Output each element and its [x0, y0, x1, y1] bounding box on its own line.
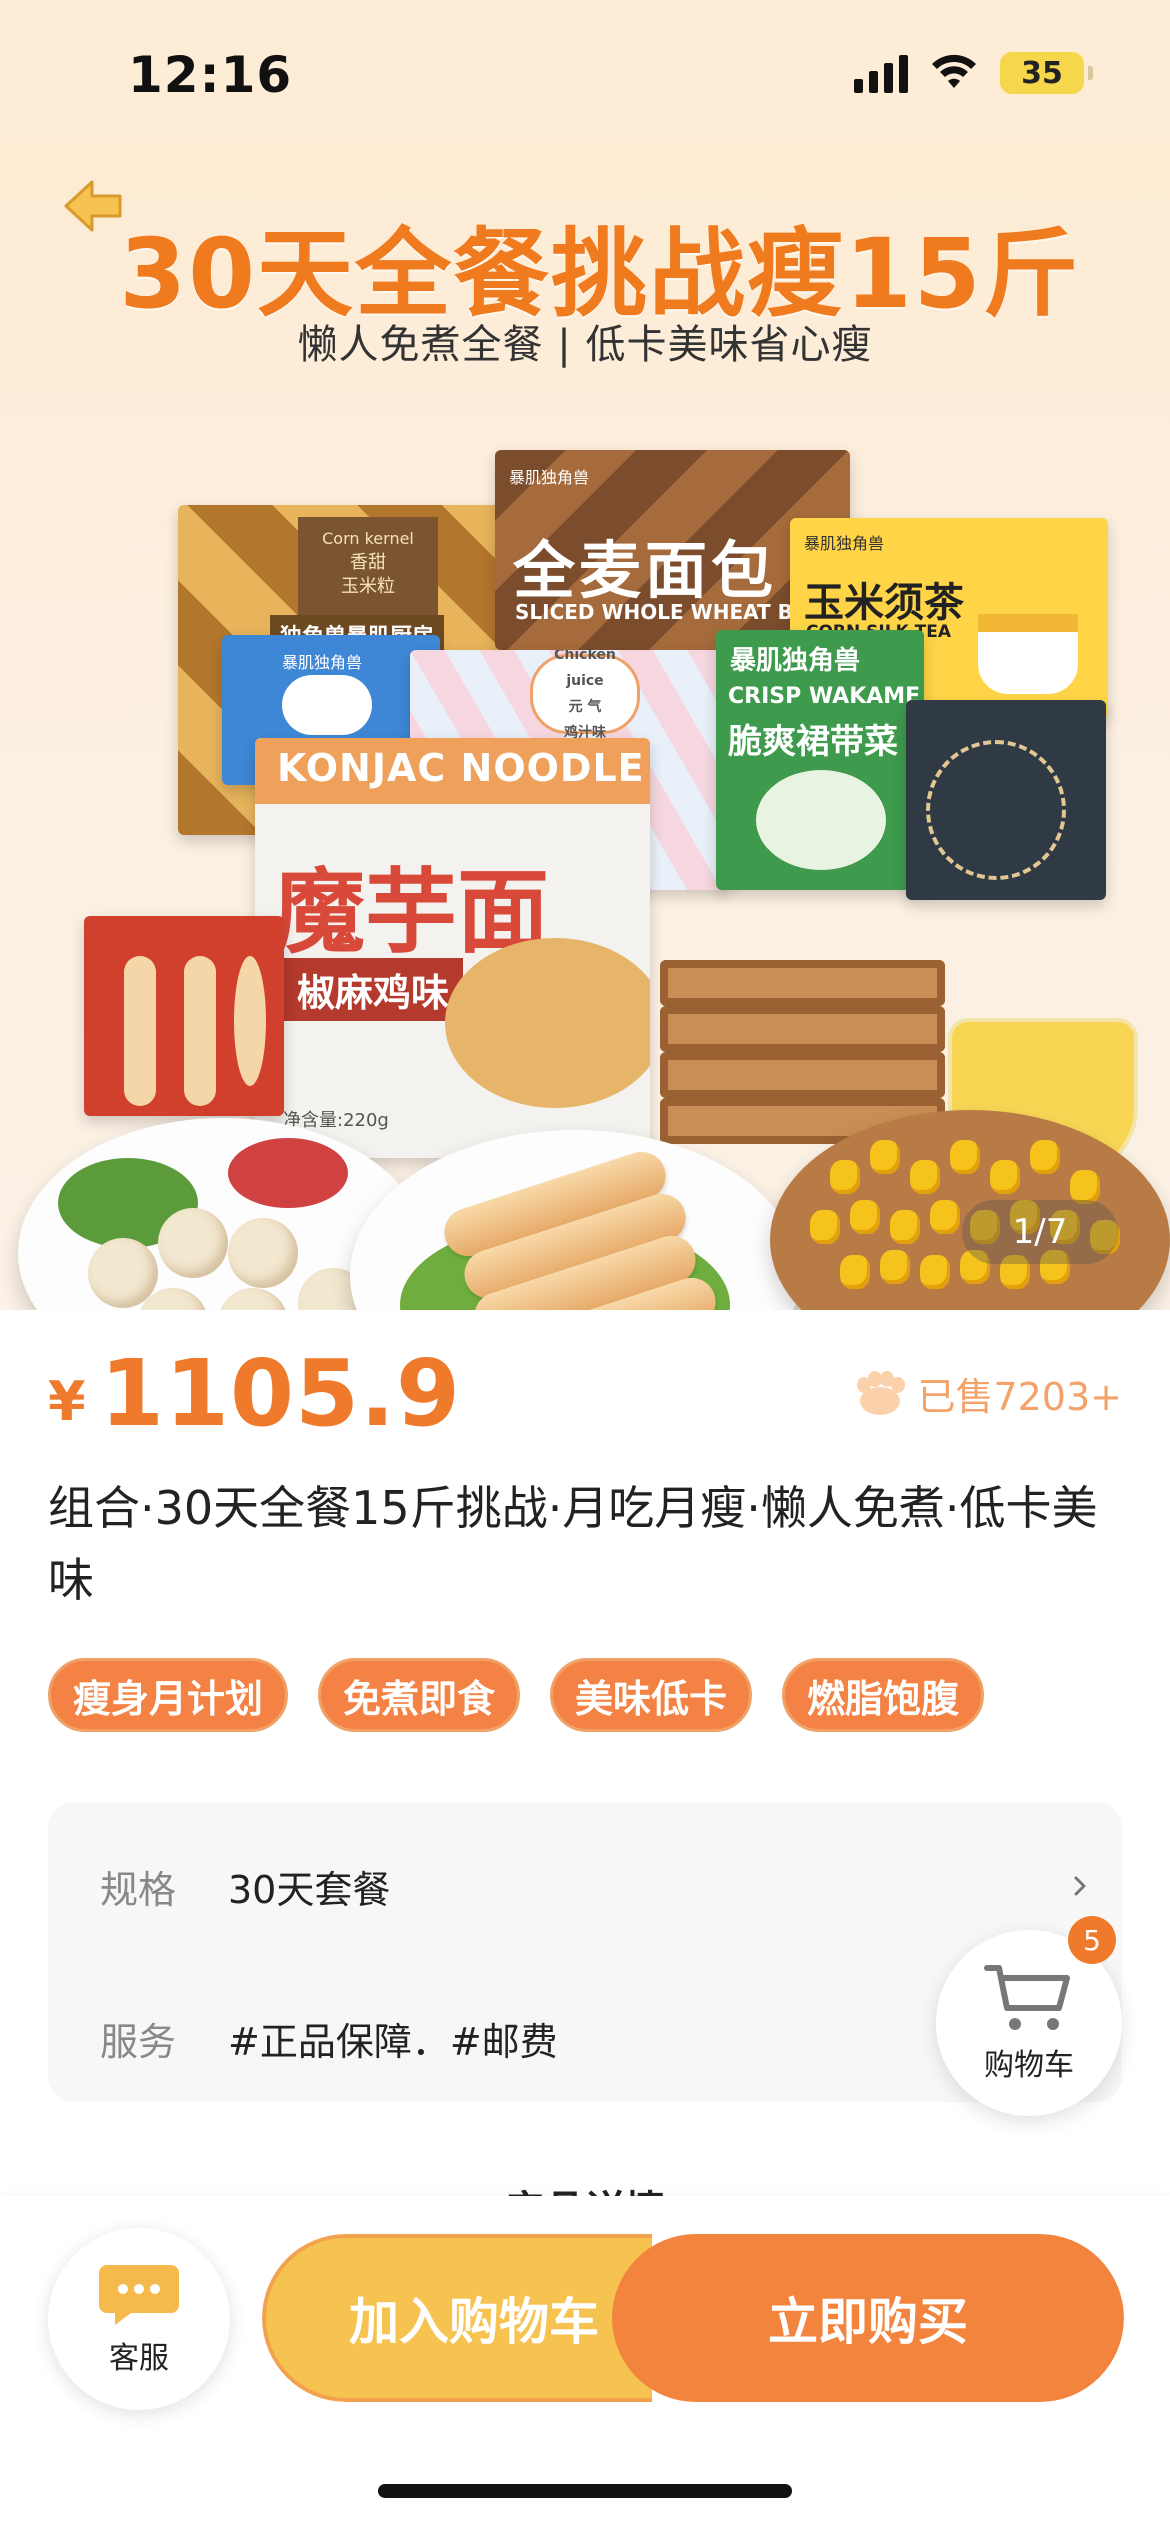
konjac-package-en: KONJAC NOODLE [277, 746, 645, 790]
sausage-package [84, 916, 284, 1116]
tomato-garnish [228, 1138, 348, 1208]
sausage-stick [124, 956, 156, 1106]
corn-package-en: Corn kernel [322, 529, 414, 548]
product-tag: 燃脂饱腹 [782, 1658, 985, 1732]
product-tags: 瘦身月计划 免煮即食 美味低卡 燃脂饱腹 [48, 1658, 985, 1732]
purchase-actions: 加入购物车 立即购买 [262, 2234, 1124, 2402]
sold-count: 已售7203+ [853, 1366, 1122, 1421]
tea-package-name: 玉米须茶 [804, 580, 964, 626]
fishball [158, 1208, 228, 1278]
corn-kernel [850, 1200, 880, 1234]
bottom-action-bar: 客服 加入购物车 立即购买 [0, 2196, 1170, 2532]
fishball [218, 1288, 288, 1310]
product-title: 组合·30天全餐15斤挑战·月吃月瘦·懒人免煮·低卡美味 [48, 1481, 1098, 1607]
crisp-wakame-package: 暴肌独角兽 CRISP WAKAME 脆爽裙带菜 [716, 630, 924, 890]
spec-label: 规格 [100, 1867, 177, 1912]
dark-snack-package [906, 700, 1106, 900]
corn-kernel [930, 1200, 960, 1234]
product-tag: 瘦身月计划 [48, 1658, 289, 1732]
corn-kernel [890, 1210, 920, 1244]
corn-kernel [910, 1160, 940, 1194]
service-label: 服务 [100, 2019, 177, 2064]
bread-package-name: 全麦面包 [513, 534, 778, 607]
add-to-cart-button[interactable]: 加入购物车 [262, 2234, 652, 2402]
corn-package-name: 香甜 玉米粒 [341, 552, 395, 597]
bread-package-brand: 暴肌独角兽 [509, 468, 590, 487]
service-row[interactable]: 服务 #正品保障．#邮费 [100, 2008, 558, 2068]
corn-package-tag: Corn kernel 香甜 玉米粒 [298, 517, 438, 627]
unicorn-logo-icon [282, 675, 372, 735]
bread-slices-image [660, 960, 945, 1144]
home-indicator[interactable] [378, 2484, 792, 2498]
carousel-page-indicator: 1/7 [962, 1200, 1118, 1264]
sold-count-text: 已售7203+ [917, 1375, 1122, 1419]
customer-service-button[interactable]: 客服 [48, 2228, 230, 2410]
status-time: 12:16 [128, 46, 293, 104]
cart-label: 购物车 [984, 2048, 1074, 2083]
spec-value: 30天套餐 [228, 1867, 391, 1912]
konjac-noodle-package: KONJAC NOODLE 魔芋面 椒麻鸡味 净含量:220g [255, 738, 650, 1158]
product-price: 1105.9 [100, 1340, 462, 1447]
corn-kernel [880, 1250, 910, 1284]
wakame-illustration [756, 770, 886, 870]
corn-kernel [920, 1255, 950, 1289]
corn-kernel [950, 1140, 980, 1174]
corn-kernel [1030, 1140, 1060, 1174]
fishball [228, 1218, 298, 1288]
badge-illustration [926, 740, 1066, 880]
status-bar: 12:16 35 [0, 0, 1170, 140]
corn-kernel [810, 1210, 840, 1244]
product-image-carousel[interactable]: 30天全餐挑战瘦15斤 懒人免煮全餐 | 低卡美味省心瘦 Corn kernel… [0, 140, 1170, 1310]
banner-subtitle: 懒人免煮全餐 | 低卡美味省心瘦 [297, 322, 873, 368]
wakame-package-en: CRISP WAKAME [728, 684, 921, 709]
chat-bubble-icon [99, 2265, 179, 2325]
currency-symbol: ¥ [48, 1370, 86, 1433]
cellular-signal-icon [854, 53, 908, 93]
service-value: #正品保障．#邮费 [228, 2019, 558, 2064]
tea-package-brand: 暴肌独角兽 [804, 534, 885, 553]
shopping-cart-icon [984, 1965, 1070, 2030]
status-icons: 35 [854, 52, 1093, 94]
tea-cup-icon [978, 614, 1078, 694]
corn-kernel [840, 1255, 870, 1289]
corn-kernel [870, 1140, 900, 1174]
product-tag: 美味低卡 [550, 1658, 753, 1732]
corn-kernel [830, 1160, 860, 1194]
chicken-package-tag: Chicken juice 元 气 鸡汁味 [530, 650, 640, 741]
konjac-package-flavor: 椒麻鸡味 [283, 958, 464, 1021]
chevron-right-icon[interactable] [1068, 1874, 1092, 1898]
fishball-stick [234, 956, 266, 1086]
paw-icon [857, 1370, 906, 1415]
price-row: ¥ 1105.9 已售7203+ [48, 1340, 1122, 1447]
spec-selector[interactable]: 规格 30天套餐 [100, 1856, 390, 1916]
cart-count-badge: 5 [1068, 1916, 1116, 1964]
wakame-package-name: 脆爽裙带菜 [728, 722, 898, 762]
wakame-package-brand: 暴肌独角兽 [730, 646, 861, 676]
customer-service-label: 客服 [109, 2341, 169, 2376]
battery-icon: 35 [1000, 52, 1093, 94]
noodle-bowl-illustration [445, 938, 650, 1108]
blue-package-brand: 暴肌独角兽 [282, 653, 363, 672]
corn-kernel [1070, 1170, 1100, 1204]
wifi-icon [930, 54, 978, 92]
buy-now-button[interactable]: 立即购买 [612, 2234, 1124, 2402]
product-tag: 免煮即食 [318, 1658, 521, 1732]
corn-kernel [990, 1160, 1020, 1194]
sausage-stick [184, 956, 216, 1106]
